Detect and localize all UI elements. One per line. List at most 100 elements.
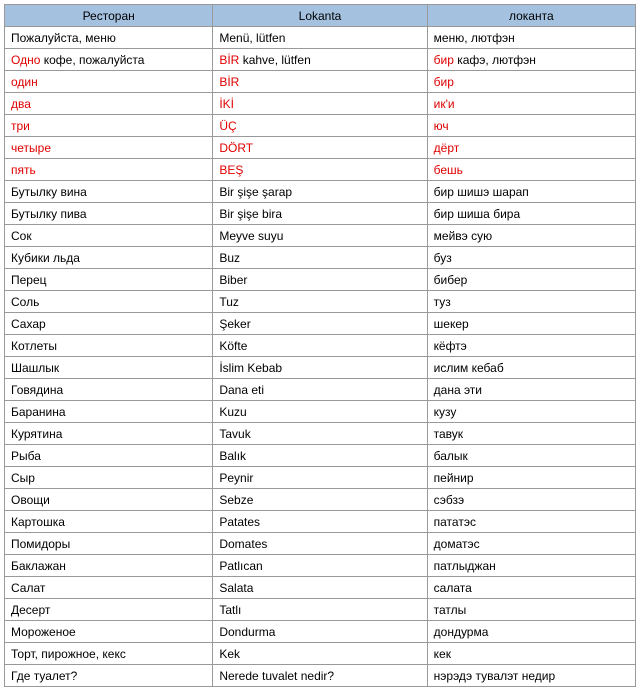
phrasebook-table: Ресторан Lokanta локанта Пожалуйста, мен… <box>4 4 636 687</box>
text-run: доматэс <box>434 537 480 551</box>
cell-turkish: Patates <box>213 511 427 533</box>
cell-turkish: Kuzu <box>213 401 427 423</box>
text-run: кафэ, лютфэн <box>454 53 536 67</box>
text-run: Говядина <box>11 383 63 397</box>
text-run: Помидоры <box>11 537 70 551</box>
cell-translit: патлыджан <box>427 555 635 577</box>
table-row: МороженоеDondurmaдондурма <box>5 621 636 643</box>
text-run: бибер <box>434 273 468 287</box>
text-run: Кубики льда <box>11 251 80 265</box>
text-run: кёфтэ <box>434 339 467 353</box>
text-run: три <box>11 119 30 133</box>
text-run: бир шиша бира <box>434 207 520 221</box>
cell-russian: Шашлык <box>5 357 213 379</box>
text-run: Бутылку пива <box>11 207 87 221</box>
text-run: Bir şişe bira <box>219 207 282 221</box>
cell-turkish: Tavuk <box>213 423 427 445</box>
text-run: Сок <box>11 229 32 243</box>
cell-translit: ик'и <box>427 93 635 115</box>
text-run: Торт, пирожное, кекс <box>11 647 126 661</box>
text-run: Одно <box>11 53 40 67</box>
cell-translit: доматэс <box>427 533 635 555</box>
text-run: татлы <box>434 603 467 617</box>
cell-turkish: İKİ <box>213 93 427 115</box>
cell-turkish: Köfte <box>213 335 427 357</box>
cell-russian: Помидоры <box>5 533 213 555</box>
cell-translit: туз <box>427 291 635 313</box>
table-row: Бутылку пива Bir şişe bira бир шиша бира <box>5 203 636 225</box>
cell-turkish: ÜÇ <box>213 115 427 137</box>
text-run: kahve, lütfen <box>239 53 310 67</box>
table-row: Торт, пирожное, кекс Kekкек <box>5 643 636 665</box>
text-run: Köfte <box>219 339 247 353</box>
text-run: буз <box>434 251 452 265</box>
cell-translit: бешь <box>427 159 635 181</box>
text-run: меню, лютфэн <box>434 31 515 45</box>
text-run: пататэс <box>434 515 476 529</box>
cell-russian: Курятина <box>5 423 213 445</box>
cell-translit: кек <box>427 643 635 665</box>
text-run: салата <box>434 581 472 595</box>
text-run: Tatlı <box>219 603 241 617</box>
text-run: Patates <box>219 515 260 529</box>
text-run: Перец <box>11 273 47 287</box>
table-row: КотлетыKöfteкёфтэ <box>5 335 636 357</box>
cell-turkish: Salata <box>213 577 427 599</box>
table-row: РыбаBalıkбалык <box>5 445 636 467</box>
cell-russian: три <box>5 115 213 137</box>
cell-translit: кёфтэ <box>427 335 635 357</box>
text-run: сэбзэ <box>434 493 465 507</box>
header-russian: Ресторан <box>5 5 213 27</box>
table-row: ОвощиSebzeсэбзэ <box>5 489 636 511</box>
cell-turkish: Kek <box>213 643 427 665</box>
text-run: шекер <box>434 317 469 331</box>
cell-turkish: Balık <box>213 445 427 467</box>
text-run: Десерт <box>11 603 50 617</box>
text-run: Dana eti <box>219 383 264 397</box>
cell-translit: дондурма <box>427 621 635 643</box>
text-run: Nerede tuvalet nedir? <box>219 669 334 683</box>
table-row: БаклажанPatlıcanпатлыджан <box>5 555 636 577</box>
cell-russian: Торт, пирожное, кекс <box>5 643 213 665</box>
cell-translit: нэрэдэ тувалэт недир <box>427 665 635 687</box>
text-run: юч <box>434 119 449 133</box>
text-run: дана эти <box>434 383 482 397</box>
text-run: кек <box>434 647 451 661</box>
text-run: Баклажан <box>11 559 66 573</box>
table-row: Салат Salata салата <box>5 577 636 599</box>
cell-russian: Баранина <box>5 401 213 423</box>
cell-russian: Рыба <box>5 445 213 467</box>
text-run: Бутылку вина <box>11 185 87 199</box>
cell-turkish: BİR kahve, lütfen <box>213 49 427 71</box>
text-run: Шашлык <box>11 361 59 375</box>
text-run: Bir şişe şarap <box>219 185 292 199</box>
table-row: три ÜÇ юч <box>5 115 636 137</box>
text-run: Kuzu <box>219 405 246 419</box>
text-run: Meyve suyu <box>219 229 283 243</box>
text-run: дондурма <box>434 625 489 639</box>
table-row: Картошка Patates пататэс <box>5 511 636 533</box>
cell-russian: Картошка <box>5 511 213 533</box>
cell-turkish: Meyve suyu <box>213 225 427 247</box>
text-run: тавук <box>434 427 463 441</box>
table-row: дваİKİик'и <box>5 93 636 115</box>
table-row: СахарŞekerшекер <box>5 313 636 335</box>
cell-translit: дёрт <box>427 137 635 159</box>
text-run: Domates <box>219 537 267 551</box>
text-run: кофе, пожалуйста <box>40 53 144 67</box>
cell-turkish: Buz <box>213 247 427 269</box>
text-run: Sebze <box>219 493 253 507</box>
cell-translit: бир <box>427 71 635 93</box>
text-run: Buz <box>219 251 240 265</box>
text-run: один <box>11 75 38 89</box>
cell-russian: четыре <box>5 137 213 159</box>
cell-turkish: Bir şişe şarap <box>213 181 427 203</box>
text-run: Салат <box>11 581 45 595</box>
cell-russian: Баклажан <box>5 555 213 577</box>
cell-translit: тавук <box>427 423 635 445</box>
cell-turkish: Peynir <box>213 467 427 489</box>
cell-turkish: BEŞ <box>213 159 427 181</box>
cell-turkish: Nerede tuvalet nedir? <box>213 665 427 687</box>
cell-translit: кузу <box>427 401 635 423</box>
cell-turkish: Tuz <box>213 291 427 313</box>
